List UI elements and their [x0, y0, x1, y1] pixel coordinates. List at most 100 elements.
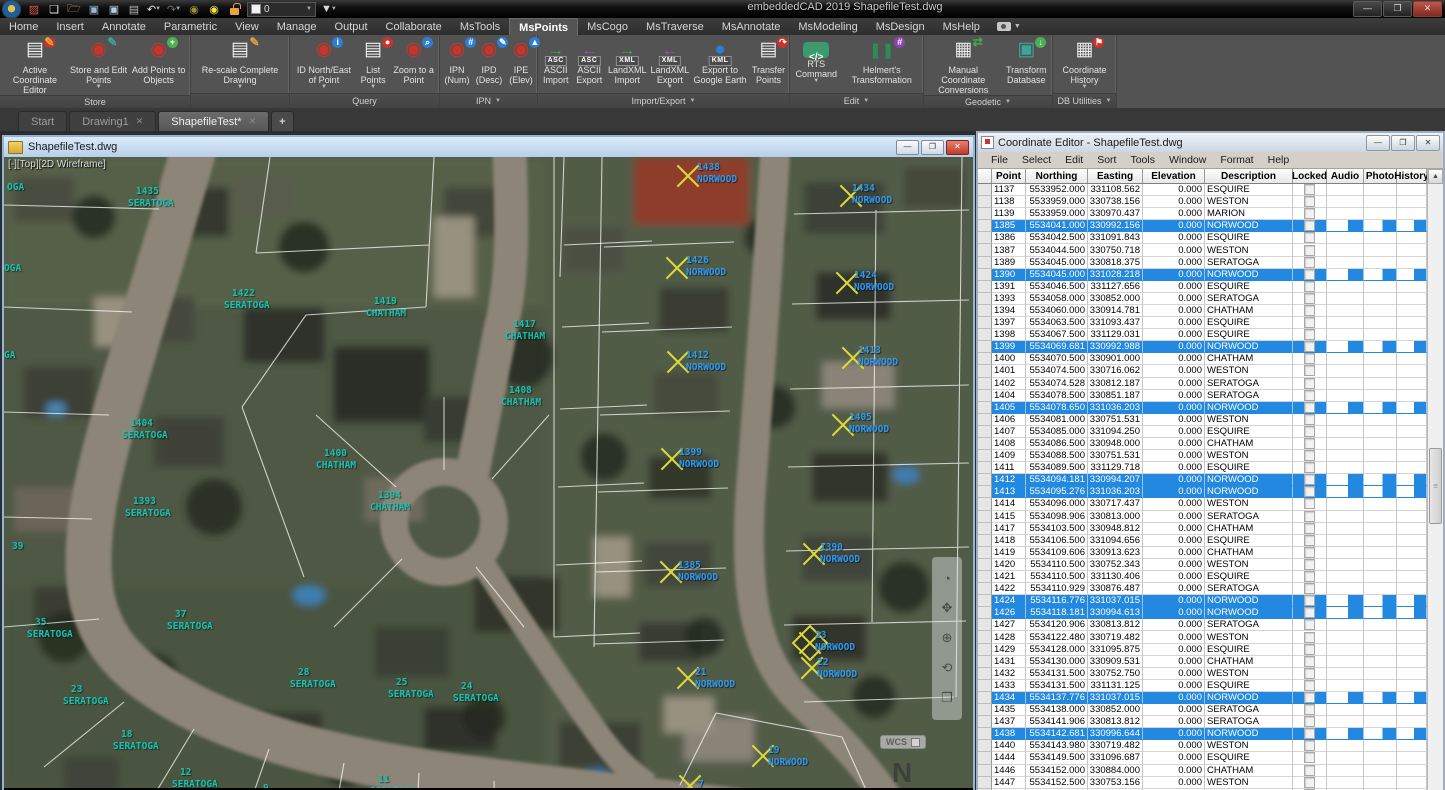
tab-mstools[interactable]: MsTools — [451, 18, 509, 35]
locked-checkbox[interactable] — [1304, 245, 1315, 256]
button-export-to-google-earth[interactable]: KMLExport to Google Earth — [691, 36, 749, 93]
doc-tab-[interactable]: + — [271, 111, 293, 131]
ce-minimize-button[interactable]: — — [1366, 135, 1390, 151]
table-row-1389[interactable]: 13895534045.000330818.3750.000SERATOGA — [978, 257, 1427, 269]
button-active-coordinate-editor[interactable]: ✎Active Coordinate Editor — [1, 36, 69, 95]
button-ascii-import[interactable]: ASCASCII Import — [539, 36, 572, 93]
locked-checkbox[interactable] — [1304, 523, 1315, 534]
doc-tab-shapefiletest[interactable]: ShapefileTest*✕ — [158, 111, 269, 131]
ce-menu-file[interactable]: File — [984, 154, 1015, 166]
row-selector[interactable] — [978, 402, 992, 414]
tab-msannotate[interactable]: MsAnnotate — [713, 18, 790, 35]
row-selector[interactable] — [978, 462, 992, 474]
row-selector[interactable] — [978, 595, 992, 607]
ce-maximize-button[interactable]: ❐ — [1391, 135, 1415, 151]
button-manual-coordinate-conversions[interactable]: ⇄Manual Coordinate Conversions — [925, 36, 1002, 95]
doc-tab-drawing1[interactable]: Drawing1✕ — [69, 111, 156, 131]
row-selector[interactable] — [978, 644, 992, 656]
locked-checkbox[interactable] — [1304, 486, 1315, 497]
table-row-1421[interactable]: 14215534110.500331130.4060.000ESQUIRE — [978, 571, 1427, 583]
row-selector[interactable] — [978, 390, 992, 402]
row-selector[interactable] — [978, 716, 992, 728]
table-row-1411[interactable]: 14115534089.500331129.7180.000ESQUIRE — [978, 462, 1427, 474]
wcs-badge[interactable]: WCS — [880, 735, 926, 749]
table-row-1138[interactable]: 11385533959.000330738.1560.000WESTON — [978, 196, 1427, 208]
ribbon-display-toggle[interactable]: ▼ — [989, 18, 1029, 35]
column-header-northing[interactable]: Northing — [1026, 169, 1088, 183]
table-row-1393[interactable]: 13935534058.000330852.0000.000SERATOGA — [978, 293, 1427, 305]
locked-checkbox[interactable] — [1304, 704, 1315, 715]
table-row-1444[interactable]: 14445534149.500331096.6870.000ESQUIRE — [978, 752, 1427, 764]
redo-icon[interactable]: ↷▼ — [165, 2, 183, 17]
locked-checkbox[interactable] — [1304, 353, 1315, 364]
row-selector[interactable] — [978, 438, 992, 450]
row-selector[interactable] — [978, 184, 992, 196]
column-header-point[interactable]: Point — [992, 169, 1026, 183]
row-selector[interactable] — [978, 535, 992, 547]
locked-checkbox[interactable] — [1304, 777, 1315, 788]
row-selector[interactable] — [978, 293, 992, 305]
locked-checkbox[interactable] — [1304, 680, 1315, 691]
column-header-description[interactable]: Description — [1205, 169, 1293, 183]
row-selector[interactable] — [978, 269, 992, 281]
locked-checkbox[interactable] — [1304, 196, 1315, 207]
table-row-1431[interactable]: 14315534130.000330909.5310.000CHATHAM — [978, 656, 1427, 668]
locked-checkbox[interactable] — [1304, 607, 1315, 618]
column-header-photo[interactable]: Photo — [1364, 169, 1397, 183]
table-row-1414[interactable]: 14145534096.000330717.4370.000WESTON — [978, 498, 1427, 510]
locked-checkbox[interactable] — [1304, 656, 1315, 667]
row-selector[interactable] — [978, 317, 992, 329]
row-selector[interactable] — [978, 777, 992, 789]
row-selector[interactable] — [978, 353, 992, 365]
tab-annotate[interactable]: Annotate — [93, 18, 155, 35]
table-row-1391[interactable]: 13915534046.500331127.6560.000ESQUIRE — [978, 281, 1427, 293]
tab-mscogo[interactable]: MsCogo — [578, 18, 637, 35]
ce-menu-sort[interactable]: Sort — [1090, 154, 1123, 166]
coordinate-editor-titlebar[interactable]: Coordinate Editor - ShapefileTest.dwg — … — [978, 133, 1443, 152]
button-landxml-export[interactable]: XMLLandXML Export▼ — [648, 36, 691, 93]
locked-checkbox[interactable] — [1304, 462, 1315, 473]
row-selector[interactable] — [978, 571, 992, 583]
table-row-1385[interactable]: 13855534041.000330992.1560.000NORWOOD — [978, 220, 1427, 232]
row-selector[interactable] — [978, 281, 992, 293]
drawing-minimize-button[interactable]: — — [896, 140, 919, 155]
undo-icon[interactable]: ↶▼ — [145, 2, 163, 17]
table-row-1404[interactable]: 14045534078.500330851.1870.000SERATOGA — [978, 390, 1427, 402]
row-selector[interactable] — [978, 619, 992, 631]
button-store-and-edit-points[interactable]: ✎Store and Edit Points▼ — [69, 36, 128, 95]
locked-checkbox[interactable] — [1304, 559, 1315, 570]
locked-checkbox[interactable] — [1304, 257, 1315, 268]
navigation-bar[interactable]: ◔ ✥ ⊕ ⟲ ❒ — [932, 557, 962, 720]
button-ipd-desc-[interactable]: ✎IPD (Desc) — [473, 36, 505, 93]
row-selector[interactable] — [978, 474, 992, 486]
row-selector[interactable] — [978, 680, 992, 692]
scroll-up-arrow[interactable]: ▲ — [1428, 169, 1443, 184]
table-row-1400[interactable]: 14005534070.500330901.0000.000CHATHAM — [978, 353, 1427, 365]
scroll-thumb[interactable] — [1429, 448, 1442, 524]
table-row-1437[interactable]: 14375534141.906330813.8120.000SERATOGA — [978, 716, 1427, 728]
row-selector[interactable] — [978, 607, 992, 619]
tab-insert[interactable]: Insert — [47, 18, 93, 35]
viewport-controls-label[interactable]: [-][Top][2D Wireframe] — [8, 159, 106, 170]
locked-checkbox[interactable] — [1304, 632, 1315, 643]
table-row-1399[interactable]: 13995534069.681330992.9880.000NORWOOD — [978, 341, 1427, 353]
table-row-1420[interactable]: 14205534110.500330752.3430.000WESTON — [978, 559, 1427, 571]
table-scrollbar[interactable]: ▲ — [1427, 169, 1443, 790]
table-row-1409[interactable]: 14095534088.500330751.5310.000WESTON — [978, 450, 1427, 462]
row-selector[interactable] — [978, 244, 992, 256]
unlock-icon[interactable] — [225, 2, 243, 17]
row-selector[interactable] — [978, 208, 992, 220]
column-header-elevation[interactable]: Elevation — [1143, 169, 1205, 183]
table-row-1398[interactable]: 13985534067.500331129.0310.000ESQUIRE — [978, 329, 1427, 341]
locked-checkbox[interactable] — [1304, 305, 1315, 316]
showmotion-icon[interactable]: ❒ — [941, 690, 953, 706]
column-header-history[interactable]: History — [1397, 169, 1427, 183]
ce-menu-tools[interactable]: Tools — [1123, 154, 1162, 166]
table-row-1407[interactable]: 14075534085.000331094.2500.000ESQUIRE — [978, 426, 1427, 438]
table-row-1412[interactable]: 14125534094.181330994.2070.000NORWOOD — [978, 474, 1427, 486]
table-row-1386[interactable]: 13865534042.500331091.8430.000ESQUIRE — [978, 232, 1427, 244]
ribbon-group-label[interactable]: Store — [0, 95, 190, 108]
table-row-1401[interactable]: 14015534074.500330716.0620.000WESTON — [978, 365, 1427, 377]
row-selector[interactable] — [978, 196, 992, 208]
button-add-points-to-objects[interactable]: +Add Points to Objects — [128, 36, 189, 95]
